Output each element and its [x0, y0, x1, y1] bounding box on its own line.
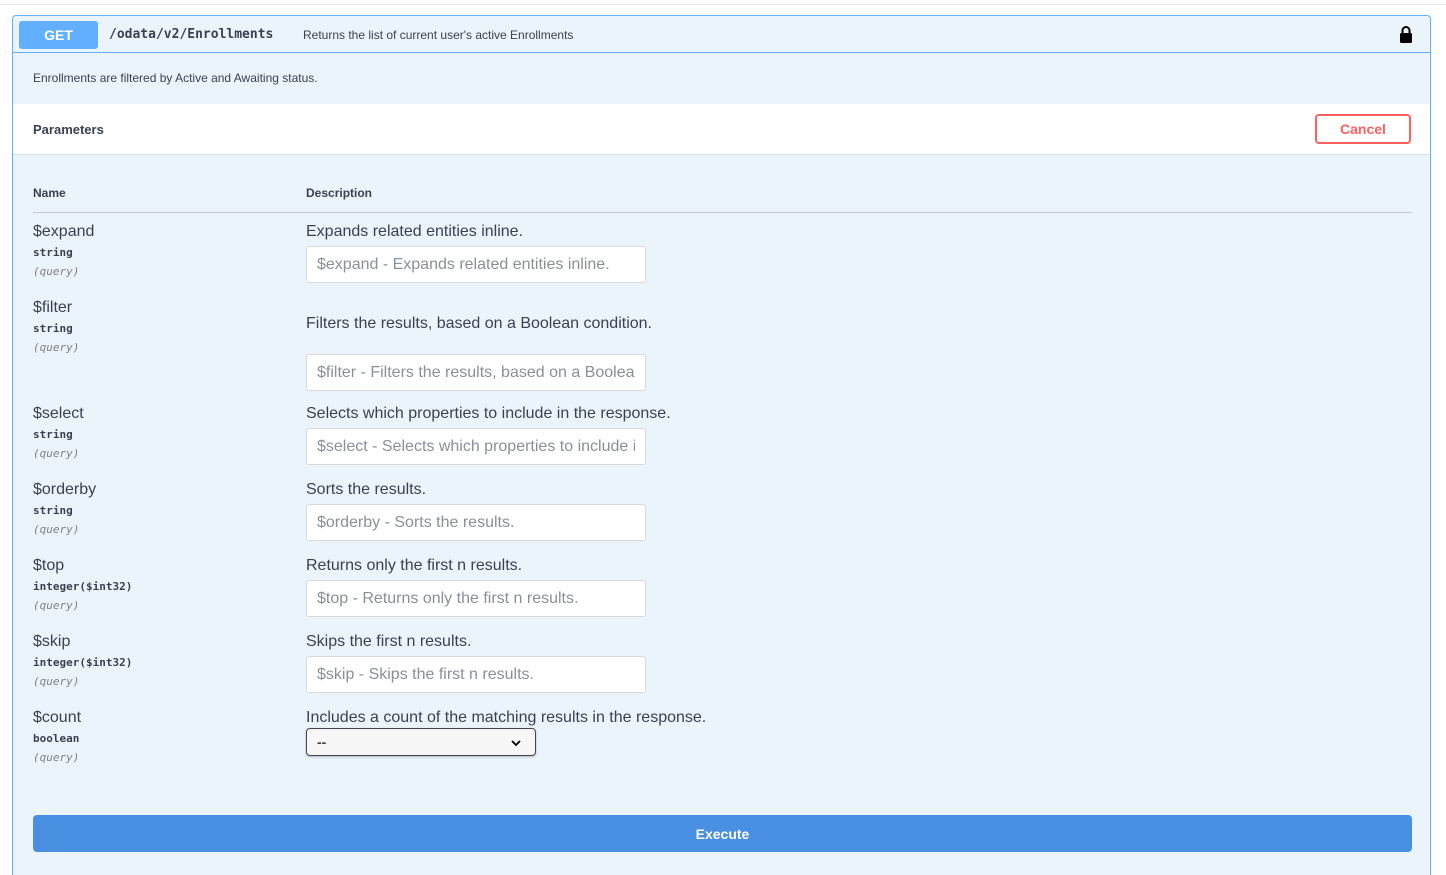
param-select: $select string (query) [33, 405, 84, 460]
param-name: $filter [33, 299, 73, 316]
param-name: $skip [33, 633, 71, 650]
param-type: boolean [33, 732, 80, 745]
param-location: (query) [33, 675, 80, 688]
param-type: integer($int32) [33, 656, 133, 669]
param-name: $count [33, 709, 82, 726]
endpoint-path: /odata/v2/Enrollments [109, 27, 274, 42]
param-type: string [33, 322, 73, 335]
table-header-divider [33, 212, 1412, 213]
param-location: (query) [33, 265, 80, 278]
chevron-down-icon [511, 740, 521, 747]
param-filter-description: Filters the results, based on a Boolean … [306, 315, 652, 332]
param-count: $count boolean (query) [33, 709, 81, 764]
param-top-description: Returns only the first n results. [306, 557, 523, 574]
parameters-title: Parameters [33, 122, 104, 137]
column-header-description: Description [306, 186, 373, 200]
param-name: $expand [33, 223, 95, 240]
param-skip-input[interactable] [306, 656, 646, 693]
param-location: (query) [33, 447, 80, 460]
param-location: (query) [33, 751, 80, 764]
param-count-description: Includes a count of the matching results… [306, 709, 707, 726]
top-divider [0, 0, 1446, 5]
parameters-header: Parameters Cancel [13, 104, 1430, 155]
param-name: $select [33, 405, 84, 422]
param-expand: $expand string (query) [33, 223, 94, 278]
param-name: $top [33, 557, 65, 574]
param-location: (query) [33, 341, 80, 354]
execute-button[interactable]: Execute [33, 815, 1412, 852]
param-select-input[interactable] [306, 428, 646, 465]
param-count-select[interactable]: -- [306, 728, 536, 756]
param-filter: $filter string (query) [33, 299, 79, 354]
param-filter-input[interactable] [306, 354, 646, 391]
param-top-input[interactable] [306, 580, 646, 617]
select-value: -- [317, 734, 327, 750]
param-location: (query) [33, 523, 80, 536]
param-type: string [33, 504, 73, 517]
param-skip: $skip integer($int32) (query) [33, 633, 132, 688]
param-top: $top integer($int32) (query) [33, 557, 132, 612]
param-skip-description: Skips the first n results. [306, 633, 472, 650]
http-method-badge: GET [19, 21, 98, 49]
operation-summary[interactable]: GET /odata/v2/Enrollments Returns the li… [13, 16, 1430, 53]
param-orderby: $orderby string (query) [33, 481, 96, 536]
param-select-description: Selects which properties to include in t… [306, 405, 671, 422]
cancel-button[interactable]: Cancel [1315, 114, 1411, 144]
param-type: string [33, 428, 73, 441]
param-type: string [33, 246, 73, 259]
operation-block: GET /odata/v2/Enrollments Returns the li… [12, 15, 1431, 875]
endpoint-description: Enrollments are filtered by Active and A… [33, 71, 318, 85]
param-orderby-input[interactable] [306, 504, 646, 541]
param-location: (query) [33, 599, 80, 612]
column-header-name: Name [33, 186, 66, 200]
param-name: $orderby [33, 481, 97, 498]
endpoint-summary: Returns the list of current user's activ… [303, 28, 574, 42]
param-expand-input[interactable] [306, 246, 646, 283]
param-expand-description: Expands related entities inline. [306, 223, 524, 240]
param-type: integer($int32) [33, 580, 133, 593]
lock-icon[interactable] [1399, 25, 1413, 43]
param-orderby-description: Sorts the results. [306, 481, 427, 498]
